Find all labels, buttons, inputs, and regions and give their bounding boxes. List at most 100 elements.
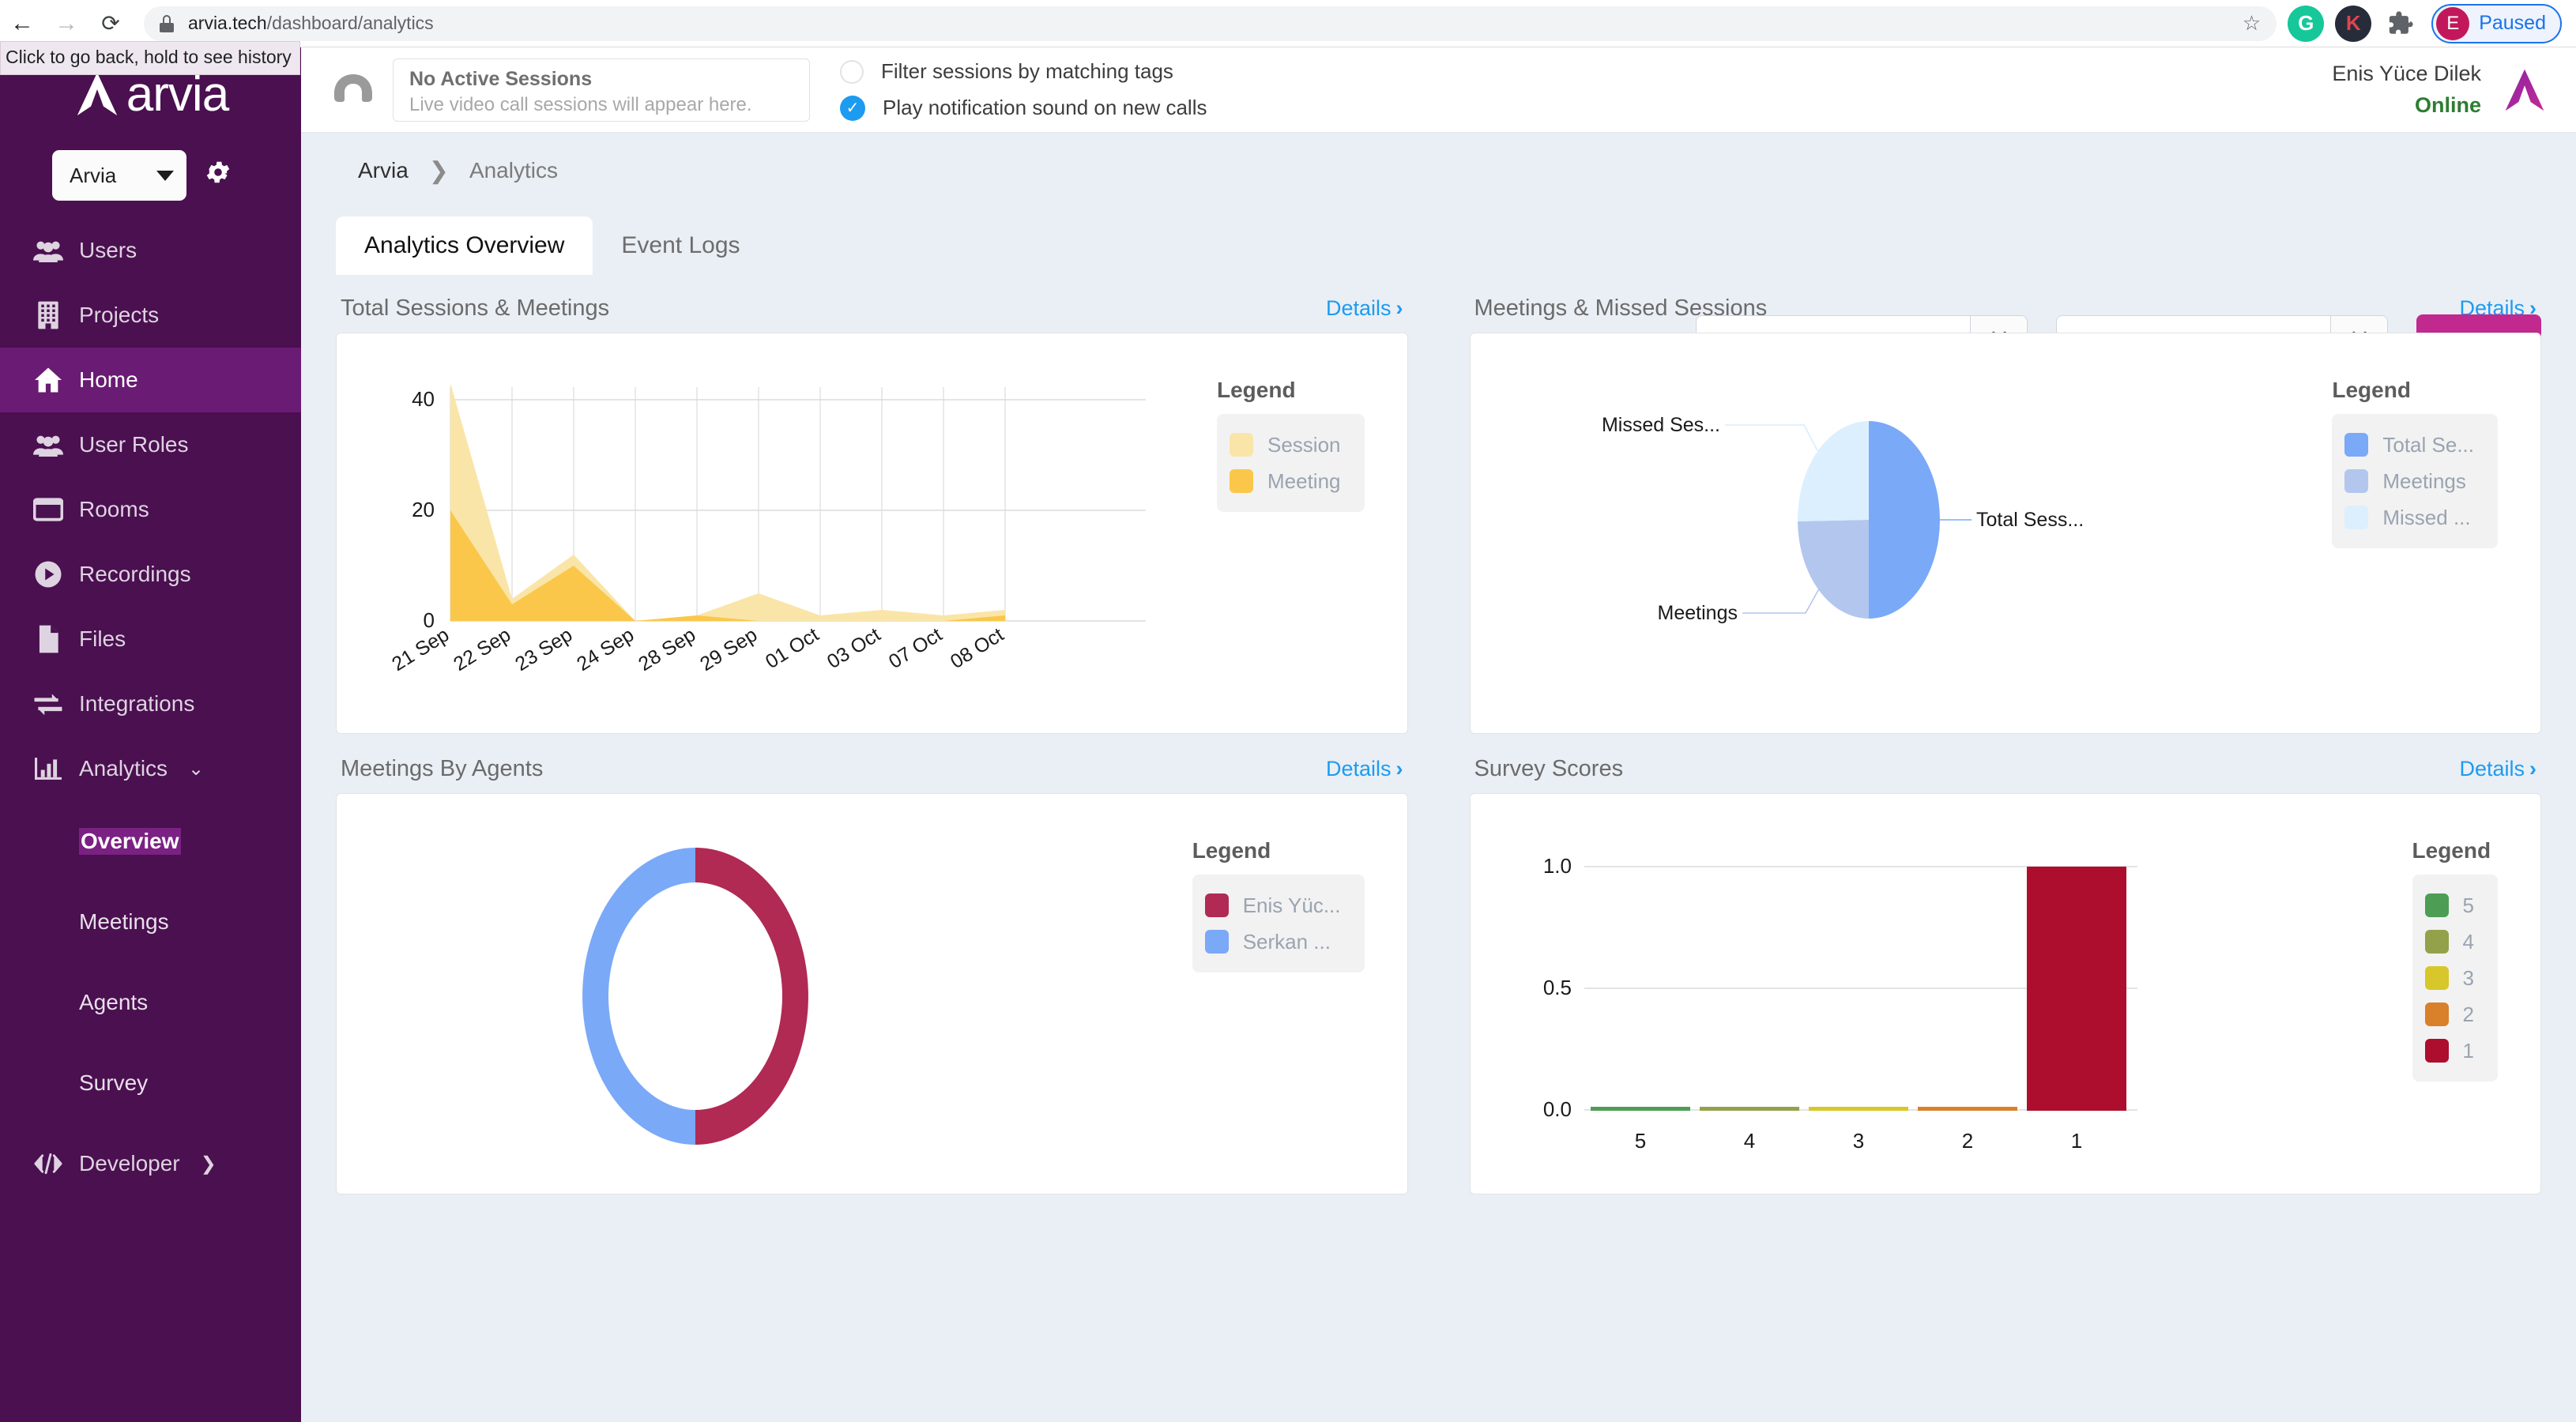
pie-slice-total-sessions — [1868, 421, 1940, 619]
window-icon — [17, 497, 79, 522]
sidebar-item-files[interactable]: Files — [0, 607, 301, 672]
details-label: Details — [1325, 757, 1392, 781]
legend-item[interactable]: Missed ... — [2344, 499, 2474, 536]
legend-swatch — [2424, 893, 2449, 917]
exchange-icon — [17, 692, 79, 716]
lock-icon — [158, 14, 175, 32]
sidebar-item-home[interactable]: Home — [0, 348, 301, 412]
breadcrumb-root[interactable]: Arvia — [358, 158, 409, 183]
sidebar-item-users[interactable]: Users — [0, 218, 301, 283]
sidebar-subitem-label: Survey — [79, 1070, 149, 1095]
legend-title: Legend — [1192, 838, 1271, 863]
svg-text:20: 20 — [412, 498, 435, 521]
play-sound-toggle[interactable]: ✓ Play notification sound on new calls — [840, 90, 1207, 126]
url-host: arvia.tech — [188, 13, 267, 33]
sidebar-item-label: Home — [79, 367, 138, 392]
pie-slice-meetings — [1797, 520, 1869, 619]
legend-swatch — [2424, 930, 2449, 954]
back-arrow-icon[interactable]: ← — [0, 2, 44, 46]
legend-label: 2 — [2462, 1002, 2474, 1026]
bar-4 — [1699, 1107, 1799, 1111]
sidebar-item-label: User Roles — [79, 432, 189, 457]
user-info[interactable]: Enis Yüce Dilek Online — [2332, 58, 2500, 120]
radio-checked-icon[interactable]: ✓ — [840, 95, 865, 121]
legend-swatch — [1204, 930, 1229, 954]
sidebar-subitem-survey[interactable]: Survey — [0, 1043, 301, 1123]
grammarly-extension-icon[interactable]: G — [2288, 5, 2325, 42]
svg-text:29 Sep: 29 Sep — [696, 623, 761, 675]
chart-legend: Legend Session Meeting — [1217, 378, 1365, 512]
legend-item[interactable]: 4 — [2424, 924, 2474, 960]
session-subtitle: Live video call sessions will appear her… — [409, 94, 752, 116]
bar-1 — [2026, 867, 2126, 1111]
chart-card: 40 20 0 21 Sep 22 Sep 23 Sep 24 Sep 28 S… — [336, 333, 1408, 734]
legend-item[interactable]: 1 — [2424, 1033, 2474, 1069]
legend-item[interactable]: 3 — [2424, 960, 2474, 996]
legend-swatch — [2424, 1039, 2449, 1063]
sidebar-subitem-label: Agents — [79, 990, 149, 1014]
legend-item[interactable]: Enis Yüc... — [1204, 887, 1341, 924]
gear-icon[interactable] — [204, 158, 232, 194]
legend-item[interactable]: Session — [1230, 427, 1341, 463]
play-sound-label: Play notification sound on new calls — [883, 96, 1207, 119]
extensions-puzzle-icon[interactable] — [2382, 6, 2419, 42]
tab-bar: Analytics Overview Event Logs — [301, 216, 2576, 275]
sidebar-item-recordings[interactable]: Recordings — [0, 542, 301, 607]
series-session-area — [450, 383, 1005, 621]
svg-text:40: 40 — [412, 387, 435, 411]
sidebar-item-integrations[interactable]: Integrations — [0, 672, 301, 736]
k-extension-icon[interactable]: K — [2335, 5, 2372, 42]
users-icon — [17, 431, 79, 458]
forward-arrow-icon[interactable]: → — [44, 2, 89, 46]
chart-legend: Legend 5 4 3 2 1 — [2412, 838, 2498, 1082]
details-link[interactable]: Details › — [1326, 296, 1403, 321]
bar-chart-icon — [17, 755, 79, 782]
radio-unchecked-icon[interactable] — [840, 59, 864, 84]
chevron-right-icon: ❯ — [428, 157, 449, 184]
sidebar-subitem-meetings[interactable]: Meetings — [0, 882, 301, 962]
bookmark-star-icon[interactable]: ☆ — [2243, 11, 2261, 36]
sidebar-item-developer[interactable]: Developer ❯ — [0, 1131, 301, 1196]
chevron-right-icon[interactable]: ❯ — [201, 1153, 217, 1176]
legend-item[interactable]: 5 — [2424, 887, 2474, 924]
sidebar-item-projects[interactable]: Projects — [0, 283, 301, 348]
svg-text:22 Sep: 22 Sep — [450, 623, 514, 675]
tab-event-logs[interactable]: Event Logs — [593, 216, 768, 275]
filter-sessions-toggle[interactable]: Filter sessions by matching tags — [840, 54, 1207, 90]
legend-item[interactable]: Total Se... — [2344, 427, 2474, 463]
tab-analytics-overview[interactable]: Analytics Overview — [336, 216, 593, 275]
svg-text:1: 1 — [2070, 1129, 2081, 1153]
legend-item[interactable]: Serkan ... — [1204, 924, 1341, 960]
chart-card: Legend Enis Yüc... Serkan ... — [336, 793, 1408, 1194]
sidebar-subitem-agents[interactable]: Agents — [0, 962, 301, 1043]
active-sessions-box: No Active Sessions Live video call sessi… — [393, 58, 810, 122]
profile-pill[interactable]: E Paused — [2431, 3, 2562, 43]
svg-text:23 Sep: 23 Sep — [511, 623, 576, 675]
chevron-down-icon[interactable]: ⌄ — [188, 758, 204, 781]
details-link[interactable]: Details › — [1326, 757, 1403, 781]
sidebar-item-analytics[interactable]: Analytics ⌄ — [0, 736, 301, 801]
panel-survey-scores: Survey Scores Details › 1.0 0.5 0.0 5 4 … — [1469, 756, 2541, 1194]
legend-item[interactable]: Meeting — [1230, 463, 1341, 499]
legend-label: Serkan ... — [1242, 929, 1331, 954]
address-bar[interactable]: arvia.tech/dashboard/analytics ☆ — [144, 6, 2277, 41]
sidebar-item-rooms[interactable]: Rooms — [0, 477, 301, 542]
org-select[interactable]: Arvia — [52, 150, 186, 201]
legend-item[interactable]: 2 — [2424, 996, 2474, 1033]
sidebar-item-user-roles[interactable]: User Roles — [0, 412, 301, 477]
reload-icon[interactable]: ⟳ — [89, 2, 133, 46]
legend-title: Legend — [2332, 378, 2411, 402]
legend-label: Meetings — [2382, 468, 2466, 493]
main-content: Arvia ❯ Analytics Date Range 2021-09-12 … — [301, 133, 2576, 1422]
panel-meetings-missed-sessions: Meetings & Missed Sessions Details › Tot… — [1469, 295, 2541, 734]
details-link[interactable]: Details › — [2459, 757, 2536, 781]
chevron-right-icon: › — [1395, 296, 1403, 320]
chart-card: 1.0 0.5 0.0 5 4 3 2 1 Legend 5 4 3 2 1 — [1469, 793, 2541, 1194]
app-topbar: No Active Sessions Live video call sessi… — [301, 47, 2576, 133]
sidebar-subitem-overview[interactable]: Overview — [0, 801, 301, 882]
bar-2 — [1917, 1107, 2017, 1111]
session-options: Filter sessions by matching tags ✓ Play … — [840, 54, 1207, 126]
legend-item[interactable]: Meetings — [2344, 463, 2474, 499]
phone-handset-icon — [330, 73, 377, 107]
pie-label-total-sessions: Total Sess... — [1976, 509, 2084, 531]
